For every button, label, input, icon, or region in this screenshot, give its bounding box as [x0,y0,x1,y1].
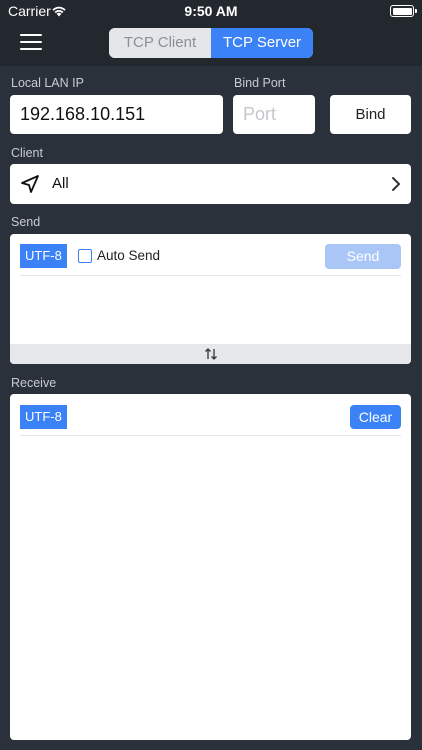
local-ip-label: Local LAN IP [11,76,84,90]
nav-bar: TCP Client TCP Server [0,22,422,66]
status-time: 9:50 AM [184,3,238,19]
auto-send-checkbox[interactable] [78,249,92,263]
receive-label: Receive [11,376,57,390]
hamburger-menu-icon[interactable] [20,34,42,52]
port-input[interactable]: Port [233,95,315,134]
tab-tcp-client[interactable]: TCP Client [109,28,211,58]
send-label: Send [11,215,41,229]
send-divider [20,275,401,276]
auto-send-label[interactable]: Auto Send [97,246,160,266]
battery-icon [390,5,417,17]
receive-encoding-selector[interactable]: UTF-8 [20,405,67,429]
clear-button[interactable]: Clear [350,405,401,429]
send-button[interactable]: Send [325,244,401,269]
mode-segmented-control: TCP Client TCP Server [109,28,313,58]
swap-vertical-icon [204,347,218,364]
client-value: All [52,175,69,192]
status-bar: Carrier 9:50 AM [0,0,422,22]
client-label: Client [11,146,43,160]
local-ip-field[interactable]: 192.168.10.151 [10,95,223,134]
bind-port-label: Bind Port [234,76,286,90]
send-encoding-selector[interactable]: UTF-8 [20,244,67,268]
bind-button[interactable]: Bind [330,95,411,134]
chevron-right-icon [391,176,401,197]
receive-divider [20,435,401,436]
tab-tcp-server[interactable]: TCP Server [211,28,313,58]
client-selector[interactable]: All [10,164,411,204]
send-arrow-icon [20,174,40,199]
resize-handle[interactable] [10,344,411,364]
send-panel: UTF-8 Auto Send Send [10,234,411,364]
receive-panel: UTF-8 Clear [10,394,411,740]
